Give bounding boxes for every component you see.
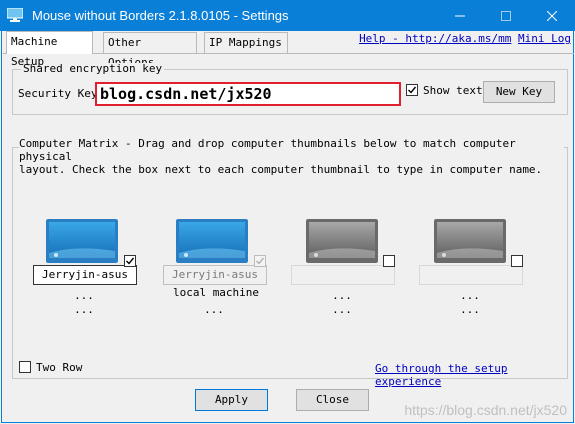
computer-status-3: ... bbox=[332, 289, 352, 302]
header-links: Help - http://aka.ms/mm Mini Log bbox=[359, 32, 571, 45]
monitor-icon bbox=[306, 219, 378, 263]
setup-experience-link[interactable]: Go through the setup experience bbox=[375, 362, 573, 388]
computer-status-1: ... bbox=[74, 289, 94, 302]
mini-log-link[interactable]: Mini Log bbox=[518, 32, 571, 45]
help-link[interactable]: Help - http://aka.ms/mm bbox=[359, 32, 511, 45]
computer-status-2: local machine bbox=[172, 286, 260, 299]
window-title: Mouse without Borders 2.1.8.0105 - Setti… bbox=[32, 8, 289, 23]
computer-matrix-header: Computer Matrix - Drag and drop computer… bbox=[19, 137, 564, 176]
tab-machine-setup[interactable]: Machine Setup bbox=[6, 31, 93, 68]
monitor-icon bbox=[434, 219, 506, 263]
computer-checkbox-1[interactable] bbox=[124, 255, 136, 267]
watermark: https://blog.csdn.net/jx520 bbox=[404, 402, 567, 418]
tab-ip-mappings[interactable]: IP Mappings bbox=[204, 32, 288, 53]
computer-checkbox-4[interactable] bbox=[511, 255, 523, 267]
computer-name-input-2: Jerryjin-asus bbox=[163, 265, 267, 285]
computer-matrix-group bbox=[12, 147, 568, 379]
computer-status-4b: ... bbox=[460, 303, 480, 316]
close-button[interactable]: Close bbox=[296, 389, 369, 411]
computer-status-3b: ... bbox=[332, 303, 352, 316]
close-icon bbox=[547, 10, 557, 21]
show-text-checkbox[interactable] bbox=[406, 84, 418, 96]
security-key-label: Security Key: bbox=[18, 87, 105, 100]
checkmark-icon bbox=[408, 86, 417, 94]
show-text-label: Show text bbox=[423, 84, 483, 97]
close-window-button[interactable] bbox=[529, 0, 575, 31]
computer-status-2b: ... bbox=[204, 303, 224, 316]
apply-button[interactable]: Apply bbox=[195, 389, 268, 411]
computer-name-input-3 bbox=[291, 265, 395, 285]
computer-name-input-1[interactable]: Jerryjin-asus bbox=[33, 265, 137, 285]
matrix-description-line2: layout. Check the box next to each compu… bbox=[19, 163, 543, 176]
maximize-icon bbox=[501, 10, 511, 21]
computer-status-4: ... bbox=[460, 289, 480, 302]
computer-name-input-4 bbox=[419, 265, 523, 285]
checkmark-icon bbox=[126, 257, 135, 265]
two-row-label: Two Row bbox=[36, 361, 83, 374]
checkmark-icon bbox=[256, 257, 265, 265]
two-row-checkbox[interactable] bbox=[19, 361, 31, 373]
monitor-icon bbox=[46, 219, 118, 263]
computer-matrix-label: Computer Matrix bbox=[19, 137, 119, 150]
app-icon bbox=[7, 8, 23, 22]
settings-client-area: Machine Setup Other Options IP Mappings … bbox=[1, 31, 574, 423]
tab-other-options[interactable]: Other Options bbox=[103, 32, 197, 69]
maximize-button[interactable] bbox=[483, 0, 529, 31]
new-key-button[interactable]: New Key bbox=[483, 81, 555, 103]
minimize-button[interactable] bbox=[437, 0, 483, 31]
computer-checkbox-2 bbox=[254, 255, 266, 267]
computer-checkbox-3[interactable] bbox=[383, 255, 395, 267]
title-bar[interactable]: Mouse without Borders 2.1.8.0105 - Setti… bbox=[0, 0, 575, 31]
computer-status-1b: ... bbox=[74, 303, 94, 316]
minimize-icon bbox=[455, 15, 465, 16]
monitor-icon bbox=[176, 219, 248, 263]
security-key-input[interactable]: blog.csdn.net/jx520 bbox=[95, 82, 401, 106]
